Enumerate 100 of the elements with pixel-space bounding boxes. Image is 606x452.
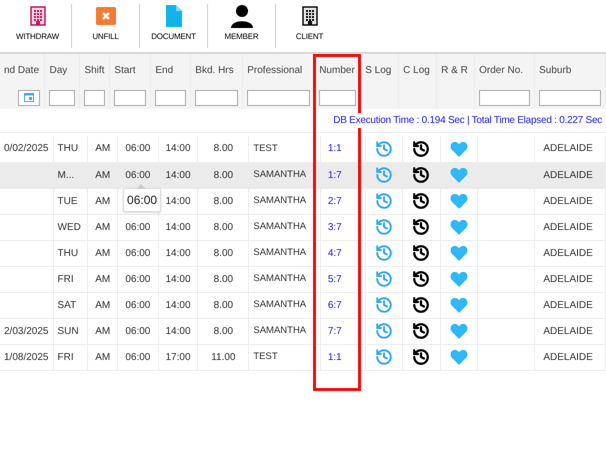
table-cell: 14:00 [165, 196, 191, 206]
column-header[interactable]: Professional [247, 64, 302, 76]
table-cell: 8.00 [214, 196, 234, 206]
table-row[interactable]: FRI AM 06:00 14:00 8.00 SAMANTHA 5:7 ADELAIDE [0, 266, 606, 292]
history-icon[interactable] [412, 192, 430, 210]
filter-field[interactable] [195, 90, 238, 106]
table-row[interactable]: 1/08/2025 FRI AM 06:00 17:00 11.00 TEST 1:1 ADELAIDE [0, 344, 606, 370]
heart-icon[interactable] [450, 349, 468, 365]
table-cell: ADELAIDE [543, 248, 593, 258]
toolbar-button[interactable]: CLIENT [276, 0, 343, 52]
table-cell: 06:00 [125, 352, 150, 362]
filter-field[interactable] [84, 90, 106, 106]
table-cell: 8.00 [214, 248, 234, 258]
table-row[interactable]: 2/03/2025 SUN AM 06:00 14:00 8.00 SAMANTHA 7:7 ADELAIDE [0, 318, 606, 344]
column-header[interactable]: Shift [84, 64, 104, 76]
table-cell: SAMANTHA [253, 169, 306, 180]
calendar-icon [24, 93, 34, 102]
history-icon[interactable] [412, 296, 430, 314]
table-cell: 8.00 [214, 170, 234, 180]
table-cell: THU [58, 143, 78, 154]
table-cell: 8.00 [214, 300, 234, 310]
heart-icon[interactable] [450, 271, 468, 287]
table-cell: ADELAIDE [543, 352, 593, 362]
table-cell: TUE [58, 196, 78, 206]
history-icon[interactable] [412, 166, 430, 184]
filter-field[interactable] [479, 90, 530, 106]
table-cell: 06:00 [125, 143, 150, 154]
column-header[interactable]: End [155, 64, 174, 76]
filter-field[interactable] [114, 90, 146, 106]
date-filter-field[interactable] [18, 90, 40, 106]
column-header[interactable]: Day [49, 64, 68, 76]
heart-icon[interactable] [450, 245, 468, 261]
history-icon[interactable] [412, 322, 430, 340]
number-link: 1:1 [328, 143, 342, 154]
table-cell: SUN [58, 326, 79, 336]
table-cell: TEST [253, 351, 278, 362]
table-cell: SAMANTHA [253, 273, 306, 284]
column-header[interactable]: Number [319, 64, 355, 76]
table-cell: 2/03/2025 [4, 326, 48, 336]
table-cell: 8.00 [214, 326, 234, 336]
table-cell: ADELAIDE [543, 300, 593, 310]
column-header[interactable]: C Log [403, 64, 430, 76]
table-cell: AM [95, 326, 110, 336]
history-icon[interactable] [412, 218, 430, 236]
table-cell: 06:00 [125, 222, 150, 232]
table-cell: FRI [58, 274, 74, 284]
table-cell: SAMANTHA [253, 195, 306, 206]
table-cell: AM [95, 222, 110, 232]
column-header[interactable]: R & R [441, 64, 468, 76]
heart-icon[interactable] [450, 219, 468, 235]
filter-field[interactable] [247, 90, 310, 106]
filter-field[interactable] [539, 90, 601, 106]
table-cell: 06:00 [125, 170, 150, 180]
filter-field[interactable] [49, 90, 76, 106]
history-icon[interactable] [412, 244, 430, 262]
heart-icon[interactable] [450, 297, 468, 313]
heart-icon[interactable] [450, 323, 468, 339]
table-row[interactable]: SAT AM 06:00 14:00 8.00 SAMANTHA 6:7 ADELAIDE [0, 292, 606, 318]
number-link: 2:7 [328, 196, 342, 206]
table-cell: SAT [58, 300, 76, 310]
column-header[interactable]: nd Date [4, 64, 40, 76]
table-cell: THU [58, 248, 78, 258]
heart-icon[interactable] [450, 167, 468, 183]
table-cell: 14:00 [165, 248, 191, 258]
number-link: 7:7 [328, 326, 342, 336]
table-cell: 8.00 [214, 222, 234, 232]
column-header[interactable]: Order No. [479, 64, 524, 76]
filter-field[interactable] [319, 90, 356, 106]
toolbar-button[interactable]: MEMBER [208, 0, 275, 52]
table-cell: ADELAIDE [543, 143, 593, 154]
number-link: 1:7 [328, 170, 342, 180]
table-cell: WED [58, 222, 81, 232]
history-icon[interactable] [412, 348, 430, 366]
history-icon[interactable] [412, 270, 430, 288]
table-cell: AM [95, 196, 110, 206]
column-header[interactable]: Suburb [539, 64, 572, 76]
number-link: 5:7 [328, 274, 342, 284]
table-cell: 06:00 [125, 326, 150, 336]
table-row[interactable]: 0/02/2025 THU AM 06:00 14:00 8.00 TEST 1:1 ADELAIDE [0, 136, 606, 162]
number-link: 1:1 [328, 352, 342, 362]
table-cell: 17:00 [165, 352, 191, 362]
heart-icon[interactable] [450, 193, 468, 209]
filter-field[interactable] [155, 90, 186, 106]
table-row[interactable]: THU AM 06:00 14:00 8.00 SAMANTHA 4:7 ADELAIDE [0, 240, 606, 266]
table-cell: FRI [58, 352, 74, 362]
heart-icon[interactable] [450, 140, 468, 157]
column-header[interactable]: S Log [365, 64, 392, 76]
column-header[interactable]: Bkd. Hrs [195, 64, 234, 76]
toolbar-button[interactable]: WITHDRAW [4, 0, 71, 52]
table-cell: 14:00 [165, 274, 191, 284]
column-header[interactable]: Start [114, 64, 136, 76]
table-cell: 11.00 [211, 352, 236, 362]
table-cell: AM [95, 248, 110, 258]
toolbar-button[interactable]: UNFILL [72, 0, 139, 52]
history-icon[interactable] [412, 140, 430, 158]
table-cell: 06:00 [125, 248, 150, 258]
table-cell: 06:00 [125, 274, 150, 284]
table-row[interactable]: WED AM 06:00 14:00 8.00 SAMANTHA 3:7 ADELAIDE [0, 214, 606, 240]
toolbar-button[interactable]: DOCUMENT [140, 0, 207, 52]
table-cell: 8.00 [214, 274, 234, 284]
